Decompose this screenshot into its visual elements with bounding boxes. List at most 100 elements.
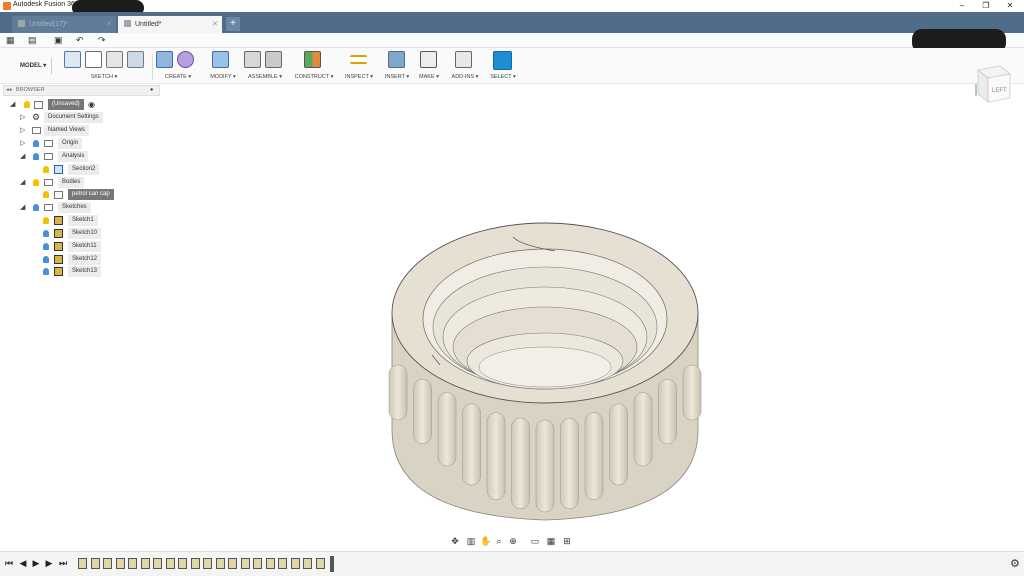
timeline-feature-icon[interactable] — [78, 558, 87, 569]
gear-icon[interactable]: ⚙ — [1010, 557, 1020, 570]
visibility-bulb-icon[interactable] — [33, 204, 39, 211]
pin-icon[interactable]: ● — [150, 87, 153, 93]
tree-item-sketch1[interactable]: Sketch1 — [40, 215, 160, 226]
collapsed-triangle-icon[interactable]: ▷ — [20, 125, 28, 136]
display-settings-icon[interactable]: ▭ — [530, 536, 540, 546]
joint-icon[interactable] — [264, 51, 282, 68]
petrol-can-cap-model[interactable] — [380, 215, 710, 525]
extrude-icon[interactable] — [156, 51, 173, 68]
insert-group[interactable]: INSERT ▾ — [382, 51, 412, 83]
make-group[interactable]: MAKE ▾ — [416, 51, 442, 83]
view-cube[interactable]: LEFT — [970, 62, 1014, 106]
visibility-bulb-icon[interactable] — [24, 101, 30, 108]
tree-item-sketch10[interactable]: Sketch10 — [40, 228, 160, 239]
tab-untitled-17[interactable]: Untitled(17)* ✕ — [12, 16, 116, 33]
visibility-bulb-icon[interactable] — [43, 268, 49, 275]
pan-hand-icon[interactable]: ✋ — [480, 536, 491, 546]
expanded-triangle-icon[interactable]: ◢ — [20, 151, 28, 162]
timeline-feature-icon[interactable] — [165, 558, 175, 569]
save-icon[interactable]: ▣ — [54, 36, 63, 45]
play-icon[interactable]: ▶ — [31, 558, 41, 568]
form-icon[interactable] — [176, 51, 194, 68]
step-forward-icon[interactable]: ▶ — [44, 558, 54, 568]
redo-icon[interactable]: ↷ — [98, 36, 107, 45]
rectangle-icon[interactable] — [105, 51, 123, 68]
tree-item-origin[interactable]: ▷ Origin — [18, 138, 158, 149]
sketch-group[interactable]: SKETCH ▾ — [62, 51, 146, 83]
inspect-group[interactable]: INSPECT ▾ — [342, 51, 376, 83]
timeline-feature-icon[interactable] — [265, 558, 275, 569]
look-at-icon[interactable]: ▥ — [466, 536, 476, 546]
timeline-feature-icon[interactable] — [203, 558, 212, 569]
tree-item-sketch13[interactable]: Sketch13 — [40, 266, 160, 277]
create-group[interactable]: CREATE ▾ — [156, 51, 200, 83]
offset-plane-icon[interactable] — [304, 51, 321, 68]
timeline-feature-icon[interactable] — [190, 558, 200, 569]
visibility-bulb-icon[interactable] — [43, 191, 49, 198]
visibility-bulb-icon[interactable] — [43, 256, 49, 263]
collapse-browser-icon[interactable]: ◂◂ — [6, 87, 12, 93]
go-to-end-icon[interactable]: ⏭ — [58, 558, 68, 568]
tree-root[interactable]: ◢ (Unsaved) ◉ — [10, 99, 160, 110]
timeline-feature-icon[interactable] — [103, 558, 112, 569]
timeline-feature-icon[interactable] — [115, 558, 125, 569]
viewports-icon[interactable]: ⊞ — [562, 536, 572, 546]
scripts-icon[interactable] — [455, 51, 472, 68]
browser-header[interactable]: ◂◂ BROWSER ● — [3, 85, 160, 96]
visibility-bulb-icon[interactable] — [33, 140, 39, 147]
workspace-switcher[interactable]: MODEL ▾ — [8, 58, 52, 74]
undo-icon[interactable]: ↶ — [76, 36, 85, 45]
tree-item-document-settings[interactable]: ▷ ⚙ Document Settings — [18, 112, 158, 123]
select-arrow-icon[interactable] — [493, 51, 512, 70]
zoom-icon[interactable]: ⊕ — [508, 536, 518, 546]
file-menu-icon[interactable]: ▤ — [28, 36, 37, 45]
expanded-triangle-icon[interactable]: ◢ — [20, 202, 28, 213]
modify-group[interactable]: MODIFY ▾ — [206, 51, 240, 83]
expanded-triangle-icon[interactable]: ◢ — [10, 99, 18, 110]
maximize-button[interactable]: ❐ — [974, 0, 998, 12]
insert-image-icon[interactable] — [388, 51, 405, 68]
expanded-triangle-icon[interactable]: ◢ — [20, 177, 28, 188]
close-tab-icon[interactable]: ✕ — [106, 16, 112, 33]
tree-item-sketches[interactable]: ◢ Sketches — [18, 202, 158, 213]
visibility-bulb-icon[interactable] — [33, 179, 39, 186]
visibility-bulb-icon[interactable] — [33, 153, 39, 160]
timeline-feature-icon[interactable] — [178, 558, 187, 569]
timeline-feature-icon[interactable] — [290, 558, 300, 569]
create-sketch-icon[interactable] — [64, 51, 81, 68]
visibility-bulb-icon[interactable] — [43, 243, 49, 250]
timeline-feature-icon[interactable] — [140, 558, 150, 569]
tree-item-section2[interactable]: Section2 — [40, 164, 160, 175]
timeline-feature-icon[interactable] — [278, 558, 287, 569]
step-back-icon[interactable]: ◀ — [18, 558, 28, 568]
timeline-feature-icon[interactable] — [128, 558, 137, 569]
timeline-feature-icon[interactable] — [215, 558, 225, 569]
new-component-icon[interactable] — [244, 51, 261, 68]
zoom-fit-icon[interactable]: ⌕ — [494, 536, 504, 546]
timeline-feature-icon[interactable] — [90, 558, 100, 569]
tree-item-petrol-can-cap[interactable]: petrol can cap — [40, 189, 160, 200]
add-ins-group[interactable]: ADD-INS ▾ — [448, 51, 482, 83]
orbit-icon[interactable]: ✥ — [450, 536, 460, 546]
grid-settings-icon[interactable]: ▦ — [546, 536, 556, 546]
measure-icon[interactable] — [350, 55, 367, 64]
timeline-feature-icon[interactable] — [315, 558, 325, 569]
tree-item-bodies[interactable]: ◢ Bodies — [18, 177, 158, 188]
new-tab-button[interactable]: + — [226, 17, 240, 31]
timeline-feature-icon[interactable] — [228, 558, 237, 569]
visibility-bulb-icon[interactable] — [43, 166, 49, 173]
timeline-marker[interactable] — [330, 556, 334, 572]
tree-item-sketch12[interactable]: Sketch12 — [40, 254, 160, 265]
select-group[interactable]: SELECT ▾ — [488, 51, 518, 83]
3d-print-icon[interactable] — [420, 51, 437, 68]
close-window-button[interactable]: ✕ — [998, 0, 1022, 12]
press-pull-icon[interactable] — [212, 51, 229, 68]
collapsed-triangle-icon[interactable]: ▷ — [20, 112, 28, 123]
visibility-bulb-icon[interactable] — [43, 230, 49, 237]
stop-sketch-icon[interactable] — [126, 51, 144, 68]
go-to-start-icon[interactable]: ⏮ — [4, 558, 14, 568]
timeline-feature-icon[interactable] — [240, 558, 250, 569]
timeline-feature-icon[interactable] — [153, 558, 162, 569]
minimize-button[interactable]: – — [950, 0, 974, 12]
visibility-bulb-icon[interactable] — [43, 217, 49, 224]
